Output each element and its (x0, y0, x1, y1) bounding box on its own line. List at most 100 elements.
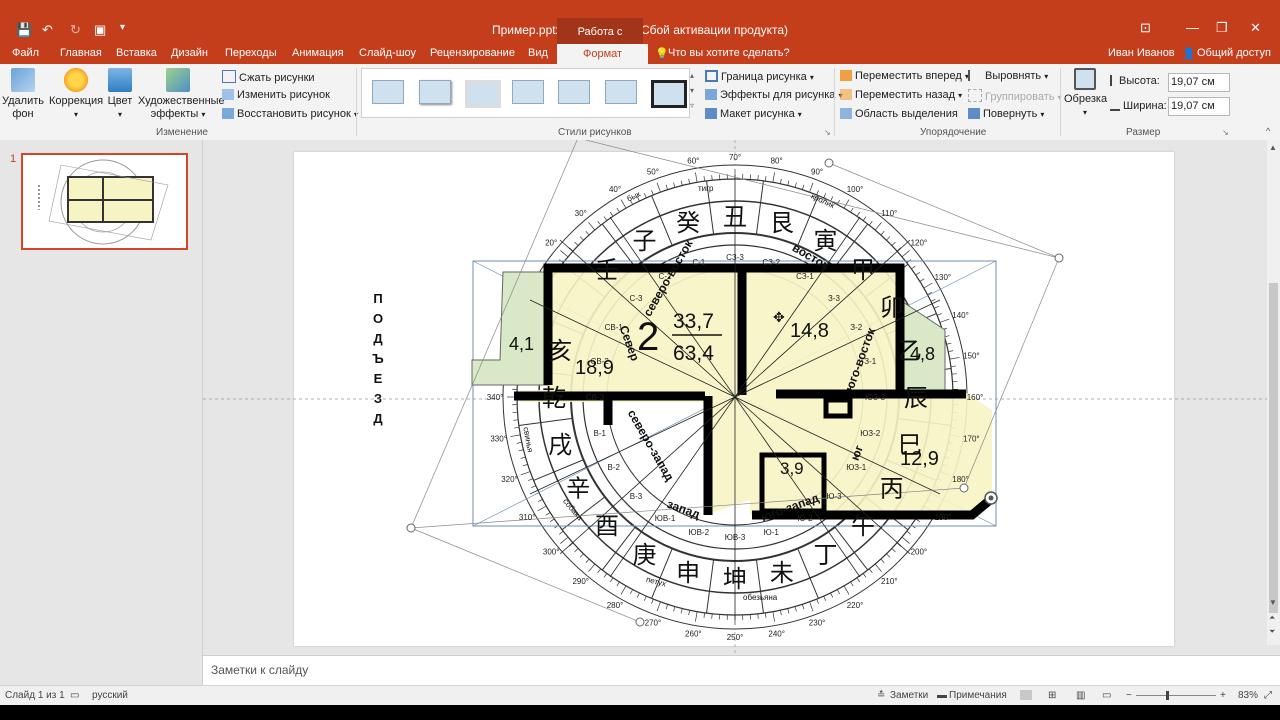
collapse-ribbon-icon[interactable]: ^ (1266, 126, 1270, 136)
ribbon: Удалить фон Коррекция ▾ Цвет ▾ Художествен… (0, 64, 1280, 141)
style-thumb-5[interactable] (558, 80, 590, 104)
reading-view-icon[interactable]: ▥ (1076, 690, 1085, 701)
tab-review[interactable]: Рецензирование (430, 47, 515, 59)
fit-to-window-icon[interactable]: ⤢ (1264, 690, 1272, 701)
reset-picture-icon (222, 108, 234, 119)
prev-slide-icon[interactable]: ⏶ (1269, 613, 1275, 623)
language-indicator[interactable]: русский (92, 690, 128, 701)
correction-button[interactable]: Коррекция ▾ (48, 68, 104, 121)
bring-forward-button[interactable]: Переместить вперед ▾ (840, 70, 969, 82)
vertical-scrollbar[interactable]: ▲ ▼ ⏶ ⏷ (1267, 140, 1280, 645)
zoom-level[interactable]: 83% (1238, 690, 1258, 701)
group-button[interactable]: Группировать ▾ (968, 89, 1062, 103)
style-thumb-2[interactable] (419, 80, 451, 104)
color-button[interactable]: Цвет ▾ (106, 68, 134, 121)
rotate-button[interactable]: Повернуть ▾ (968, 108, 1044, 120)
style-thumb-4[interactable] (512, 80, 544, 104)
slide-canvas[interactable]: П О Д Ъ Е З Д (294, 152, 1174, 646)
style-thumb-1[interactable] (372, 80, 404, 104)
compress-pictures-button[interactable]: Сжать рисунки (222, 70, 315, 84)
picture-styles-gallery[interactable] (361, 68, 690, 118)
zoom-slider-thumb[interactable] (1166, 691, 1169, 700)
tab-view[interactable]: Вид (528, 47, 548, 59)
group-label-size: Размер (1126, 127, 1161, 138)
maximize-button[interactable]: ❐ (1216, 20, 1228, 36)
ribbon-separator (834, 68, 835, 136)
styles-launcher-icon[interactable]: ↘ (824, 128, 831, 137)
border-icon (705, 70, 718, 82)
slide-thumbnail-preview (38, 159, 169, 245)
artistic-effects-icon (166, 68, 190, 92)
notes-toggle-icon: ≛ (877, 690, 886, 701)
zoom-out-icon[interactable]: − (1126, 690, 1132, 701)
comments-button[interactable]: Примечания (949, 690, 1007, 701)
slide-number: 1 (10, 153, 17, 165)
change-picture-icon (222, 89, 234, 100)
next-slide-icon[interactable]: ⏷ (1269, 627, 1275, 637)
artistic-effects-button[interactable]: Художественные эффекты ▾ (138, 68, 225, 121)
remove-background-button[interactable]: Удалить фон (2, 68, 44, 121)
size-launcher-icon[interactable]: ↘ (1222, 128, 1229, 137)
effects-icon (705, 89, 717, 100)
picture-border-button[interactable]: Граница рисунка ▾ (705, 70, 814, 83)
compress-icon (222, 70, 236, 83)
tab-format[interactable]: Формат (557, 44, 649, 64)
correction-icon (64, 68, 88, 92)
tab-insert[interactable]: Вставка (116, 47, 157, 59)
zoom-slider-track[interactable] (1136, 695, 1216, 696)
reset-picture-button[interactable]: Восстановить рисунок ▾ (222, 108, 358, 120)
align-icon (968, 70, 982, 81)
picture-effects-button[interactable]: Эффекты для рисунка ▾ (705, 89, 843, 101)
selection-pane-icon (840, 108, 852, 119)
send-backward-button[interactable]: Переместить назад ▾ (840, 89, 962, 101)
style-thumb-3[interactable] (465, 80, 501, 108)
user-name[interactable]: Иван Иванов (1108, 47, 1175, 59)
width-input[interactable]: 19,07 см (1168, 97, 1230, 116)
remove-background-icon (11, 68, 35, 92)
slide-thumbnail-1[interactable] (21, 153, 188, 250)
selection-pane-button[interactable]: Область выделения (840, 108, 958, 120)
send-backward-icon (840, 89, 852, 100)
slide-thumbnails-pane: 1 (0, 140, 203, 685)
height-icon (1110, 75, 1116, 86)
notes-placeholder: Заметки к слайду (211, 663, 309, 677)
crop-button[interactable]: Обрезка ▾ (1064, 68, 1107, 119)
scroll-down-icon[interactable]: ▼ (1269, 598, 1277, 607)
tab-design[interactable]: Дизайн (171, 47, 208, 59)
normal-view-icon[interactable] (1020, 690, 1032, 700)
gallery-scroll[interactable]: ▴ ▾ ▿ (690, 68, 694, 113)
close-button[interactable]: ✕ (1250, 20, 1261, 36)
scroll-thumb[interactable] (1269, 283, 1278, 613)
tab-transitions[interactable]: Переходы (225, 47, 277, 59)
tab-animations[interactable]: Анимация (292, 47, 344, 59)
entrance-label[interactable]: П О Д Ъ Е З Д (368, 289, 388, 429)
style-thumb-6[interactable] (605, 80, 637, 104)
change-picture-button[interactable]: Изменить рисунок (222, 89, 330, 101)
slideshow-view-icon[interactable]: ▭ (1102, 690, 1111, 701)
share-button[interactable]: Общий доступ (1197, 47, 1271, 59)
ribbon-display-options-icon[interactable]: ⊡ (1140, 20, 1151, 36)
tab-slideshow[interactable]: Слайд-шоу (359, 47, 416, 59)
zoom-in-icon[interactable]: + (1220, 690, 1226, 701)
style-thumb-7[interactable] (651, 80, 687, 108)
screen-bottom-edge (0, 705, 1280, 720)
tell-me-box[interactable]: Что вы хотите сделать? (668, 47, 790, 59)
scroll-up-icon[interactable]: ▲ (1269, 143, 1277, 152)
group-label-arrange: Упорядочение (920, 127, 987, 138)
tab-home[interactable]: Главная (60, 47, 102, 59)
width-label: Ширина: (1110, 100, 1167, 112)
picture-layout-button[interactable]: Макет рисунка ▾ (705, 108, 802, 120)
rotate-icon (968, 108, 980, 119)
spellcheck-icon[interactable]: ▭ (70, 690, 79, 701)
tab-file[interactable]: Файл (12, 47, 39, 59)
height-input[interactable]: 19,07 см (1168, 73, 1230, 92)
minimize-button[interactable]: — (1186, 20, 1199, 35)
ribbon-tabs: Файл Главная Вставка Дизайн Переходы Ани… (0, 44, 1280, 64)
title-bar: 💾 ↶ ↻ ▣ ▾ Пример.pptx - PowerPoint (Сбой… (0, 0, 1280, 66)
notes-pane[interactable]: Заметки к слайду (203, 655, 1280, 686)
align-button[interactable]: Выровнять ▾ (968, 70, 1048, 82)
slide-sorter-icon[interactable]: ⊞ (1048, 690, 1056, 701)
group-label-adjust: Изменение (156, 127, 208, 138)
notes-toggle-button[interactable]: Заметки (890, 690, 928, 701)
status-bar: Слайд 1 из 1 ▭ русский ≛ Заметки ▬ Приме… (0, 685, 1280, 706)
